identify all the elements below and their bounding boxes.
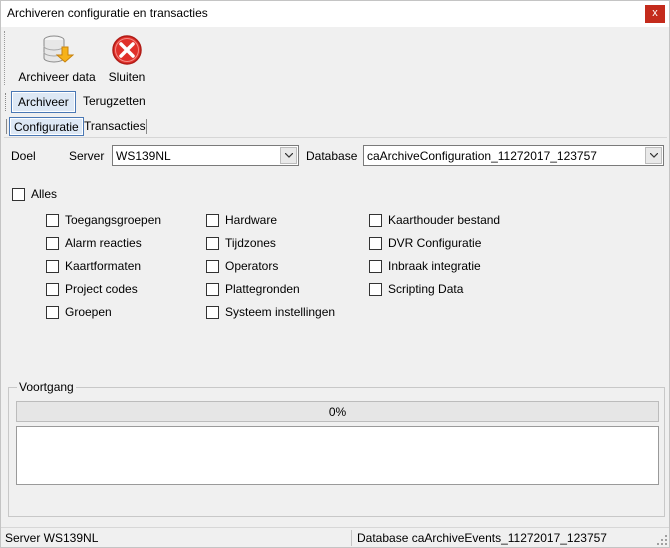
checkbox-box[interactable] <box>369 283 382 296</box>
tab-strip-grip <box>5 93 6 111</box>
database-archive-icon <box>43 35 74 63</box>
checkbox-box[interactable] <box>46 283 59 296</box>
checkbox-box[interactable] <box>206 260 219 273</box>
checkbox-label: Toegangsgroepen <box>65 213 162 227</box>
server-select-value: WS139NL <box>116 149 171 163</box>
close-window-button[interactable]: x <box>645 5 665 23</box>
tab-separator <box>146 119 147 134</box>
tab-restore[interactable]: Terugzetten <box>77 91 152 113</box>
progress-percent: 0% <box>328 405 347 419</box>
status-bar: Server WS139NL Database caArchiveEvents_… <box>1 527 669 547</box>
resize-grip-icon[interactable] <box>657 535 667 545</box>
archive-data-button[interactable]: Archiveer data <box>15 29 99 87</box>
tab-transactions[interactable]: Transacties <box>80 117 150 136</box>
database-label: Database <box>306 149 358 163</box>
checkbox-label: Tijdzones <box>225 236 276 250</box>
checkbox-box[interactable] <box>46 306 59 319</box>
checkbox-box[interactable] <box>206 214 219 227</box>
checkbox-box[interactable] <box>369 214 382 227</box>
tab-configuration[interactable]: Configuratie <box>9 117 84 136</box>
toolbar: Archiveer data Sluiten <box>1 27 669 89</box>
archive-data-label: Archiveer data <box>18 70 96 84</box>
checkbox-box[interactable] <box>206 283 219 296</box>
database-select-value: caArchiveConfiguration_11272017_123757 <box>367 149 597 163</box>
checkbox-box[interactable] <box>46 237 59 250</box>
toolbar-grip[interactable] <box>4 31 6 85</box>
chevron-down-icon[interactable] <box>645 147 662 164</box>
checkbox-box[interactable] <box>12 188 25 201</box>
checkbox-box[interactable] <box>46 214 59 227</box>
checkbox-label: Hardware <box>225 213 278 227</box>
chevron-down-icon[interactable] <box>280 147 297 164</box>
checkbox-box[interactable] <box>369 260 382 273</box>
checkbox-label: Groepen <box>65 305 112 319</box>
server-select[interactable]: WS139NL <box>112 145 299 166</box>
target-label: Doel <box>11 149 36 163</box>
checkbox-box[interactable] <box>46 260 59 273</box>
checkbox-label: Project codes <box>65 282 138 296</box>
checkbox-label: Alarm reacties <box>65 236 142 250</box>
server-label: Server <box>69 149 105 163</box>
checkbox-label: Inbraak integratie <box>388 259 481 273</box>
checkbox-box[interactable] <box>206 306 219 319</box>
checkbox-label: Kaarthouder bestand <box>388 213 501 227</box>
checkbox-box[interactable] <box>206 237 219 250</box>
title-bar: Archiveren configuratie en transacties x <box>1 1 669 27</box>
checkbox-label: Operators <box>225 259 279 273</box>
checkbox-label: Plattegronden <box>225 282 300 296</box>
red-x-circle-icon <box>112 35 142 65</box>
close-button[interactable]: Sluiten <box>105 29 149 87</box>
status-divider <box>351 530 352 546</box>
progress-legend: Voortgang <box>17 380 76 394</box>
checkbox-label: Scripting Data <box>388 282 464 296</box>
log-textbox[interactable] <box>16 426 659 485</box>
close-label: Sluiten <box>108 70 146 84</box>
window-title: Archiveren configuratie en transacties <box>7 6 208 20</box>
all-checkbox-label: Alles <box>31 187 58 201</box>
archive-window: Archiveren configuratie en transacties x… <box>0 0 670 548</box>
checkbox-label: DVR Configuratie <box>388 236 482 250</box>
progress-bar: 0% <box>16 401 659 422</box>
configuration-panel: Doel Server WS139NL Database caArchiveCo… <box>4 137 667 371</box>
status-database: Database caArchiveEvents_11272017_123757 <box>357 531 607 545</box>
checkbox-box[interactable] <box>369 237 382 250</box>
tab-archive[interactable]: Archiveer <box>11 91 76 113</box>
progress-group: Voortgang 0% <box>8 380 665 517</box>
checkbox-label: Kaartformaten <box>65 259 142 273</box>
status-server: Server WS139NL <box>5 531 99 545</box>
database-select[interactable]: caArchiveConfiguration_11272017_123757 <box>363 145 664 166</box>
checkbox-label: Systeem instellingen <box>225 305 336 319</box>
tab-separator <box>6 119 7 134</box>
